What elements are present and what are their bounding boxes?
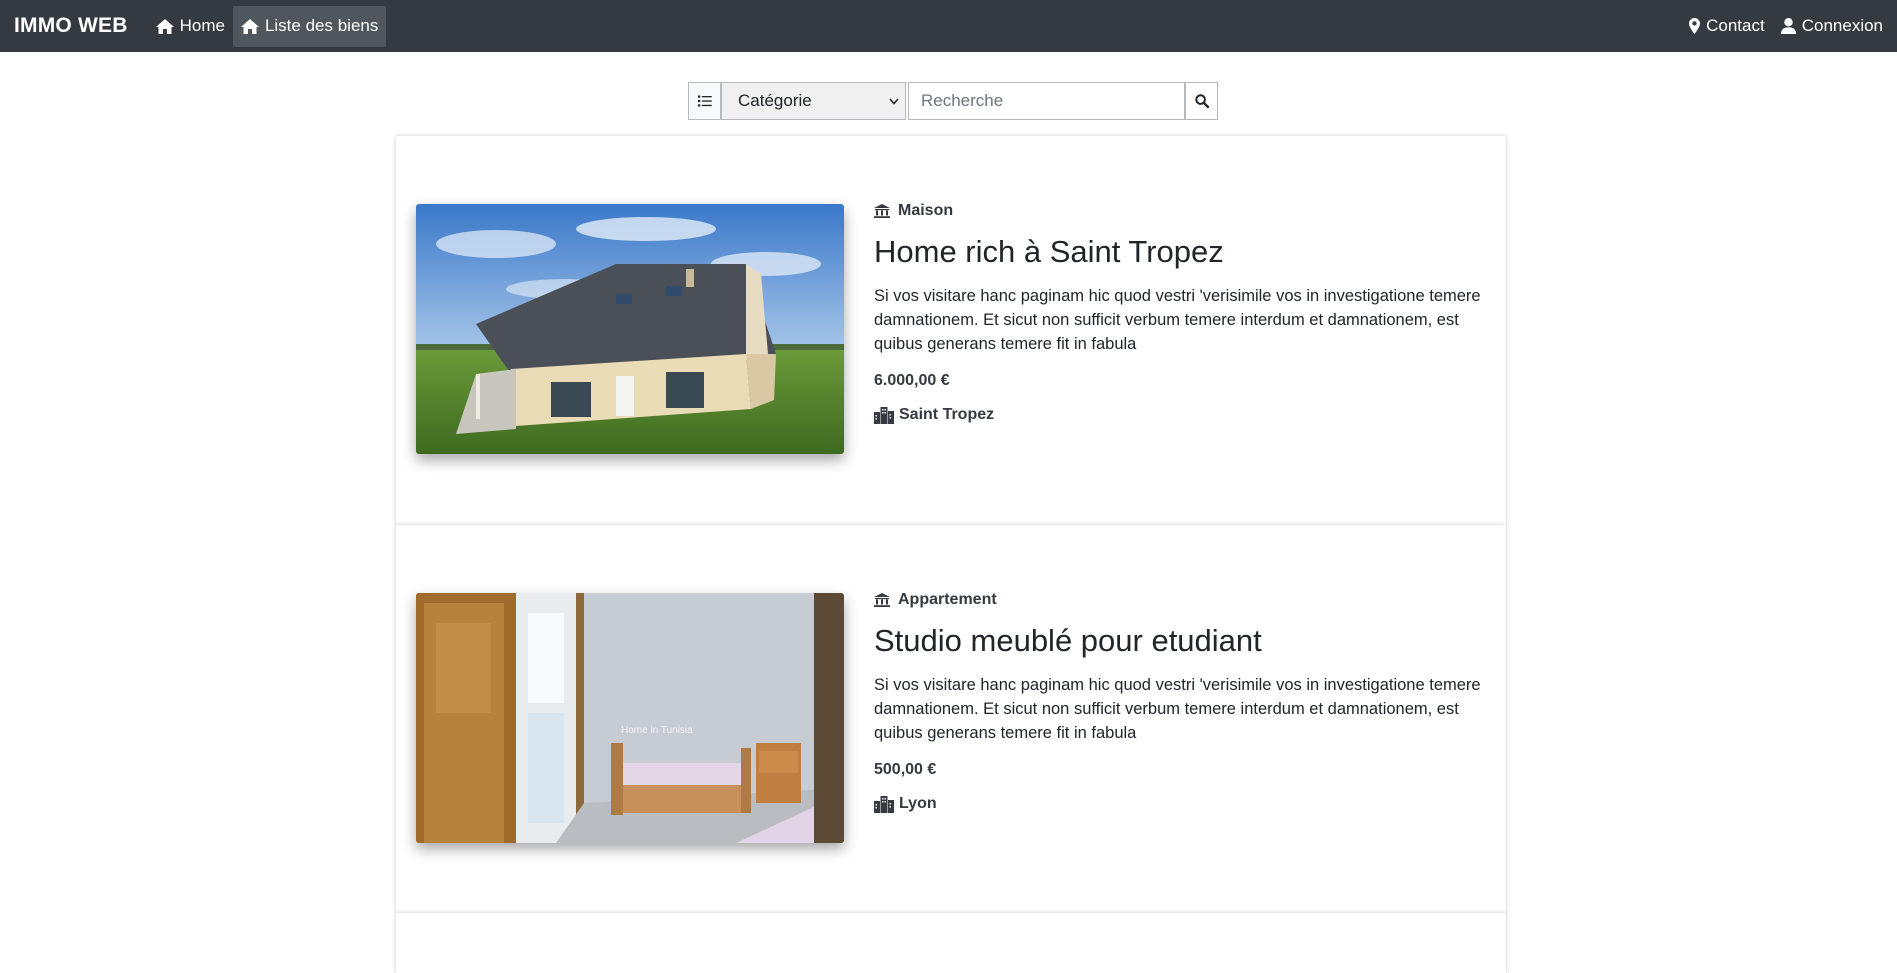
listing-description: Si vos visitare hanc paginam hic quod ve… bbox=[874, 676, 1481, 743]
search-button[interactable] bbox=[1185, 82, 1218, 120]
chevron-down-icon bbox=[889, 97, 899, 105]
user-icon bbox=[1780, 18, 1796, 34]
city-icon bbox=[874, 406, 894, 424]
listing-card bbox=[396, 913, 1506, 973]
listing-title[interactable]: Home rich à Saint Tropez bbox=[874, 233, 1489, 270]
listing-category-label: Appartement bbox=[898, 591, 997, 608]
listing-body: Maison Home rich à Saint Tropez Si vos v… bbox=[874, 202, 1489, 424]
map-marker-icon bbox=[1689, 18, 1701, 34]
listing-image-house[interactable] bbox=[416, 204, 844, 454]
list-icon bbox=[697, 95, 712, 107]
listing-image-room[interactable]: Home in Tunisia bbox=[416, 593, 844, 843]
nav-connexion[interactable]: Connexion bbox=[1773, 6, 1891, 47]
nav-contact[interactable]: Contact bbox=[1681, 6, 1773, 47]
listing-title[interactable]: Studio meublé pour etudiant bbox=[874, 622, 1489, 659]
listing-card: Maison Home rich à Saint Tropez Si vos v… bbox=[396, 136, 1506, 525]
listing-city-label: Saint Tropez bbox=[899, 406, 995, 424]
nav-home[interactable]: Home bbox=[148, 6, 233, 47]
category-select[interactable]: Catégorie bbox=[721, 82, 906, 120]
listing-category: Maison bbox=[874, 202, 1489, 220]
category-select-value: Catégorie bbox=[738, 91, 812, 110]
image-watermark: Home in Tunisia bbox=[621, 725, 693, 736]
listing-card: Home in Tunisia Appartement Studio meubl… bbox=[396, 525, 1506, 914]
search-bar: Catégorie Recherche bbox=[688, 82, 1218, 120]
listing-city: Saint Tropez bbox=[874, 406, 1489, 424]
nav-liste-des-biens[interactable]: Liste des biens bbox=[232, 5, 387, 47]
listing-category: Appartement bbox=[874, 591, 1489, 609]
listing-category-label: Maison bbox=[898, 202, 954, 219]
listing-price: 6.000,00 € bbox=[874, 372, 950, 390]
list-view-button[interactable] bbox=[688, 82, 721, 120]
bank-icon bbox=[874, 593, 890, 607]
listing-price: 500,00 € bbox=[874, 761, 937, 779]
listing-description: Si vos visitare hanc paginam hic quod ve… bbox=[874, 287, 1481, 354]
bank-icon bbox=[874, 204, 890, 218]
search-input[interactable]: Recherche bbox=[908, 82, 1185, 120]
nav-connexion-label: Connexion bbox=[1801, 16, 1883, 35]
listing-city: Lyon bbox=[874, 795, 1489, 813]
nav-home-label: Home bbox=[179, 16, 225, 35]
search-icon bbox=[1194, 94, 1209, 108]
nav-liste-label: Liste des biens bbox=[264, 16, 379, 35]
city-icon bbox=[874, 795, 894, 813]
home-icon bbox=[240, 18, 259, 34]
brand-logo[interactable]: IMMO WEB bbox=[14, 14, 128, 38]
navbar: IMMO WEB Home Liste des biens Contact Co… bbox=[0, 0, 1897, 52]
listing-city-label: Lyon bbox=[899, 795, 937, 813]
listing-body: Appartement Studio meublé pour etudiant … bbox=[874, 591, 1489, 813]
home-icon bbox=[155, 18, 174, 34]
nav-contact-label: Contact bbox=[1706, 16, 1765, 35]
